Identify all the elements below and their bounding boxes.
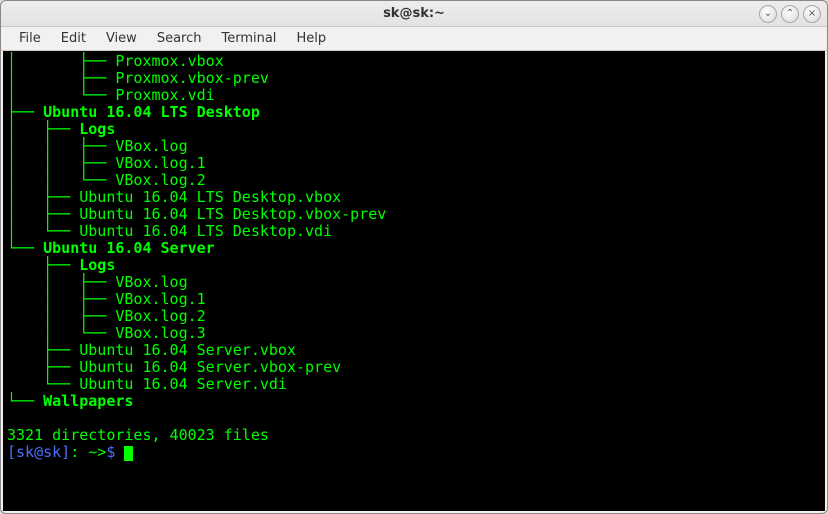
tree-line: └── Ubuntu 16.04 Server.vdi [7,375,287,393]
tree-line: │ │ ├── VBox.log [7,137,188,155]
window-title: sk@sk:~ [383,6,445,21]
tree-dir: └── Wallpapers [7,392,133,410]
tree-line: │ ├── Proxmox.vbox-prev [7,69,269,87]
tree-dir: │ ├── Logs [7,120,115,138]
tree-line: ├── Ubuntu 16.04 Server.vbox-prev [7,358,341,376]
close-button[interactable]: × [803,5,821,23]
chevron-up-icon: ⌃ [786,8,794,19]
tree-line: │ ├── Ubuntu 16.04 LTS Desktop.vbox-prev [7,205,386,223]
prompt-dollar: $ [106,443,124,461]
maximize-button[interactable]: ⌃ [781,5,799,23]
menu-help[interactable]: Help [286,29,336,48]
tree-line: │ └── Proxmox.vdi [7,86,215,104]
minimize-button[interactable]: ⌄ [759,5,777,23]
prompt-path: ~> [88,443,106,461]
tree-line: │ │ └── VBox.log.2 [7,171,206,189]
tree-summary: 3321 directories, 40023 files [7,426,269,444]
menu-view[interactable]: View [96,29,147,48]
window-controls: ⌄ ⌃ × [759,5,821,23]
menu-file[interactable]: File [9,29,51,48]
tree-line: │ ├── Proxmox.vbox [7,52,224,70]
terminal-area[interactable]: │ ├── Proxmox.vbox │ ├── Proxmox.vbox-pr… [3,51,825,511]
chevron-down-icon: ⌄ [764,8,772,19]
tree-line: │ └── Ubuntu 16.04 LTS Desktop.vdi [7,222,332,240]
tree-line: │ │ ├── VBox.log.1 [7,154,206,172]
tree-line: │ ├── Ubuntu 16.04 LTS Desktop.vbox [7,188,341,206]
tree-line: │ ├── VBox.log [7,273,188,291]
tree-line: │ ├── VBox.log.2 [7,307,206,325]
cursor-block [124,446,133,461]
menu-terminal[interactable]: Terminal [211,29,286,48]
terminal-window: sk@sk:~ ⌄ ⌃ × File Edit View Search Term… [0,0,828,514]
tree-dir: ├── Logs [7,256,115,274]
menu-edit[interactable]: Edit [51,29,96,48]
close-icon: × [808,8,816,19]
tree-dir: └── Ubuntu 16.04 Server [7,239,215,257]
menubar: File Edit View Search Terminal Help [1,27,827,51]
prompt-sep: : [70,443,88,461]
tree-line: ├── Ubuntu 16.04 Server.vbox [7,341,296,359]
tree-dir: ├── Ubuntu 16.04 LTS Desktop [7,103,260,121]
tree-line: │ └── VBox.log.3 [7,324,206,342]
menu-search[interactable]: Search [147,29,212,48]
prompt-user: [sk@sk] [7,443,70,461]
tree-line: │ ├── VBox.log.1 [7,290,206,308]
titlebar: sk@sk:~ ⌄ ⌃ × [1,1,827,27]
